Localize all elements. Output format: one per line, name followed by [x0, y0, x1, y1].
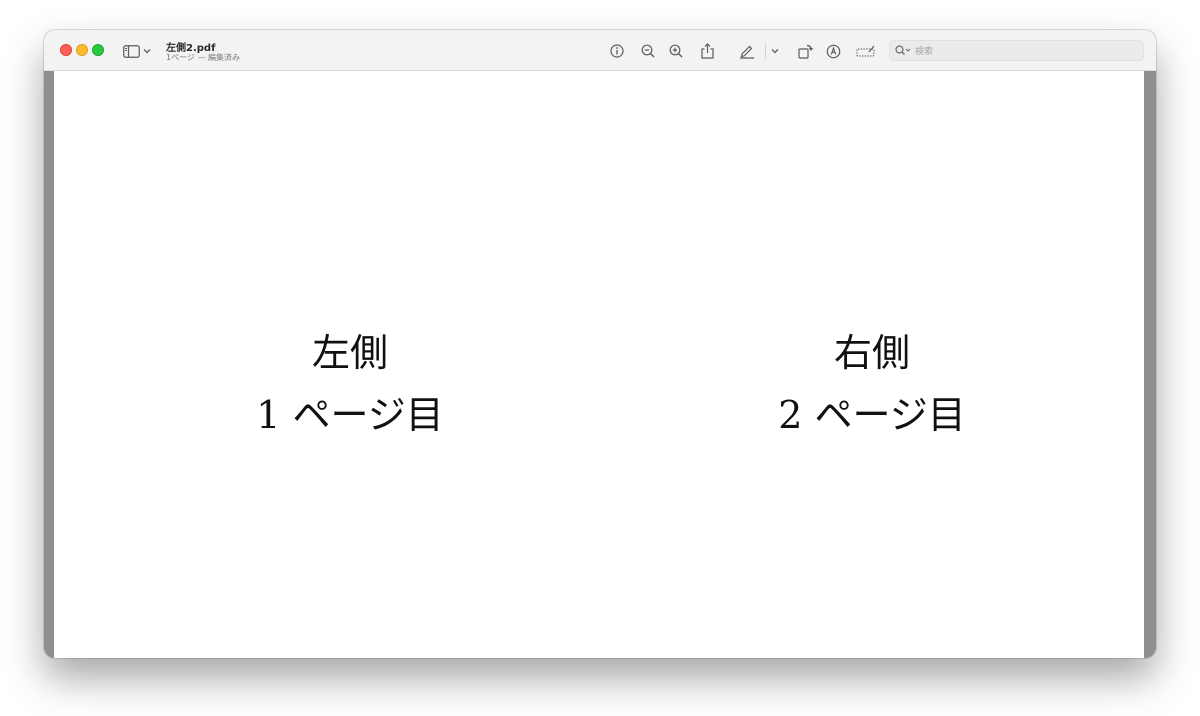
rotate-icon[interactable]	[796, 42, 814, 60]
left-page-number: 1 ページ目	[256, 393, 444, 437]
right-page-heading: 右側	[833, 331, 910, 375]
preview-window: 左側2.pdf 1ページ — 編集済み 検索 左側 1 ページ目 右側 2 ペー…	[44, 30, 1156, 658]
highlight-pen-icon[interactable]	[738, 42, 756, 60]
search-icon	[895, 45, 911, 56]
zoom-window-button[interactable]	[92, 44, 104, 56]
info-icon[interactable]	[608, 42, 626, 60]
close-window-button[interactable]	[60, 44, 72, 56]
search-field[interactable]: 検索	[889, 40, 1144, 61]
zoom-in-icon[interactable]	[667, 42, 685, 60]
form-fill-icon[interactable]	[855, 42, 877, 60]
search-placeholder: 検索	[915, 47, 934, 57]
toolbar-separator	[765, 43, 766, 59]
title-bar: 左側2.pdf 1ページ — 編集済み 検索	[44, 30, 1156, 71]
markup-icon[interactable]	[824, 42, 842, 60]
chevron-down-icon[interactable]	[141, 42, 153, 60]
pdf-content-area[interactable]: 左側 1 ページ目 右側 2 ページ目	[54, 71, 1144, 658]
share-icon[interactable]	[698, 42, 716, 60]
right-page-number: 2 ページ目	[778, 393, 966, 437]
chevron-down-icon[interactable]	[769, 42, 781, 60]
left-page-heading: 左側	[311, 331, 388, 375]
zoom-out-icon[interactable]	[639, 42, 657, 60]
sidebar-icon[interactable]	[122, 42, 140, 60]
document-status: 1ページ — 編集済み	[166, 53, 241, 62]
minimize-window-button[interactable]	[76, 44, 88, 56]
